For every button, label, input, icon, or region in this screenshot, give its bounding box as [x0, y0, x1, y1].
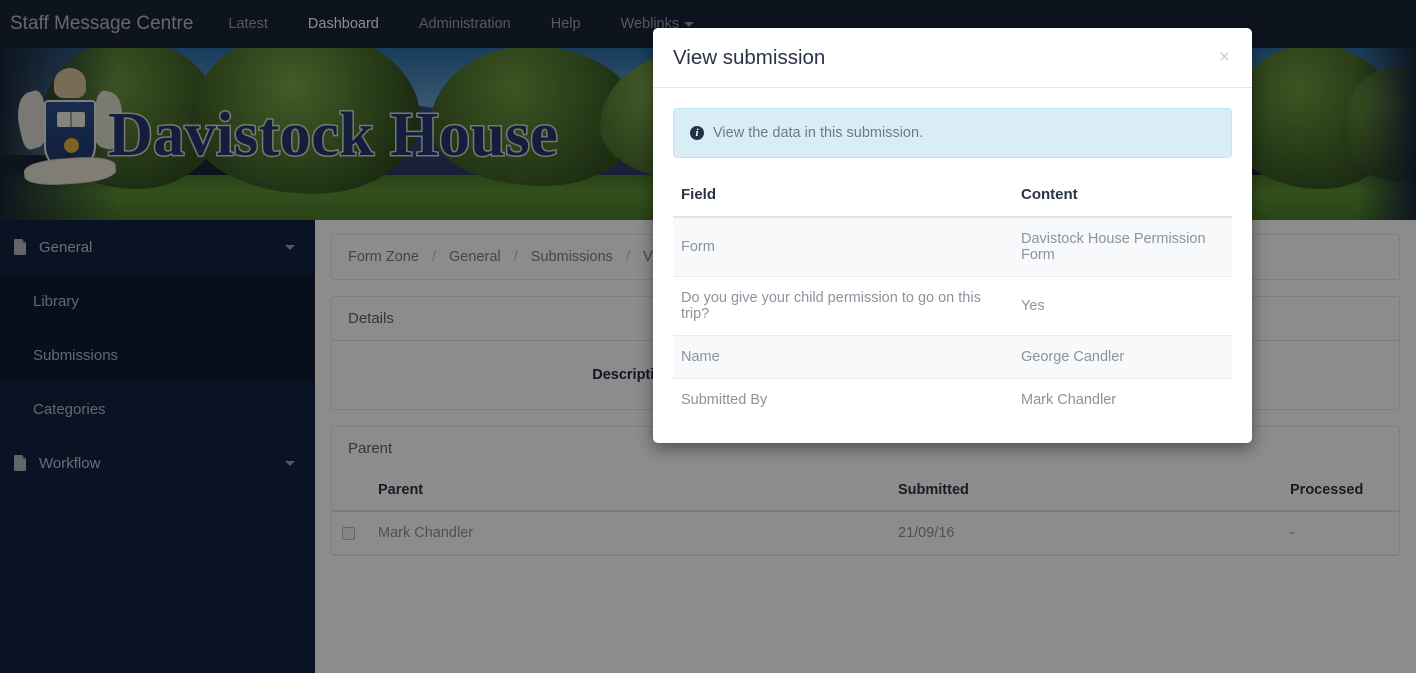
submission-table-col-field: Field: [673, 180, 1013, 218]
info-alert: i View the data in this submission.: [673, 108, 1232, 158]
table-row: Do you give your child permission to go …: [673, 276, 1232, 336]
modal-body: i View the data in this submission. Fiel…: [653, 88, 1252, 443]
submission-content-submitted-by: Mark Chandler: [1021, 392, 1117, 408]
info-alert-text: View the data in this submission.: [713, 125, 924, 141]
submission-content-name: George Candler: [1013, 335, 1232, 379]
submission-table-col-content: Content: [1013, 180, 1232, 218]
view-submission-modal: View submission × i View the data in thi…: [653, 28, 1252, 443]
info-circle-icon: i: [690, 126, 704, 140]
submission-table-header-row: Field Content: [673, 180, 1232, 218]
submission-field-permission: Do you give your child permission to go …: [673, 276, 1013, 336]
submission-content-permission: Yes: [1013, 276, 1232, 336]
app-root: Staff Message Centre Latest Dashboard Ad…: [0, 0, 1416, 673]
submission-table: Field Content Form Davistock House Permi…: [673, 180, 1232, 421]
modal-title: View submission: [673, 46, 826, 69]
submission-field-form: Form: [673, 217, 1013, 277]
submission-content-form: Davistock House Permission Form: [1013, 217, 1232, 277]
table-row: Name George Candler: [673, 335, 1232, 379]
submission-field-submitted-by: Submitted By: [681, 392, 768, 408]
table-row: Submitted By Mark Chandler: [673, 379, 1232, 422]
modal-header: View submission ×: [653, 28, 1252, 88]
submission-field-name: Name: [673, 335, 1013, 379]
close-icon[interactable]: ×: [1215, 44, 1234, 71]
table-row: Form Davistock House Permission Form: [673, 217, 1232, 277]
